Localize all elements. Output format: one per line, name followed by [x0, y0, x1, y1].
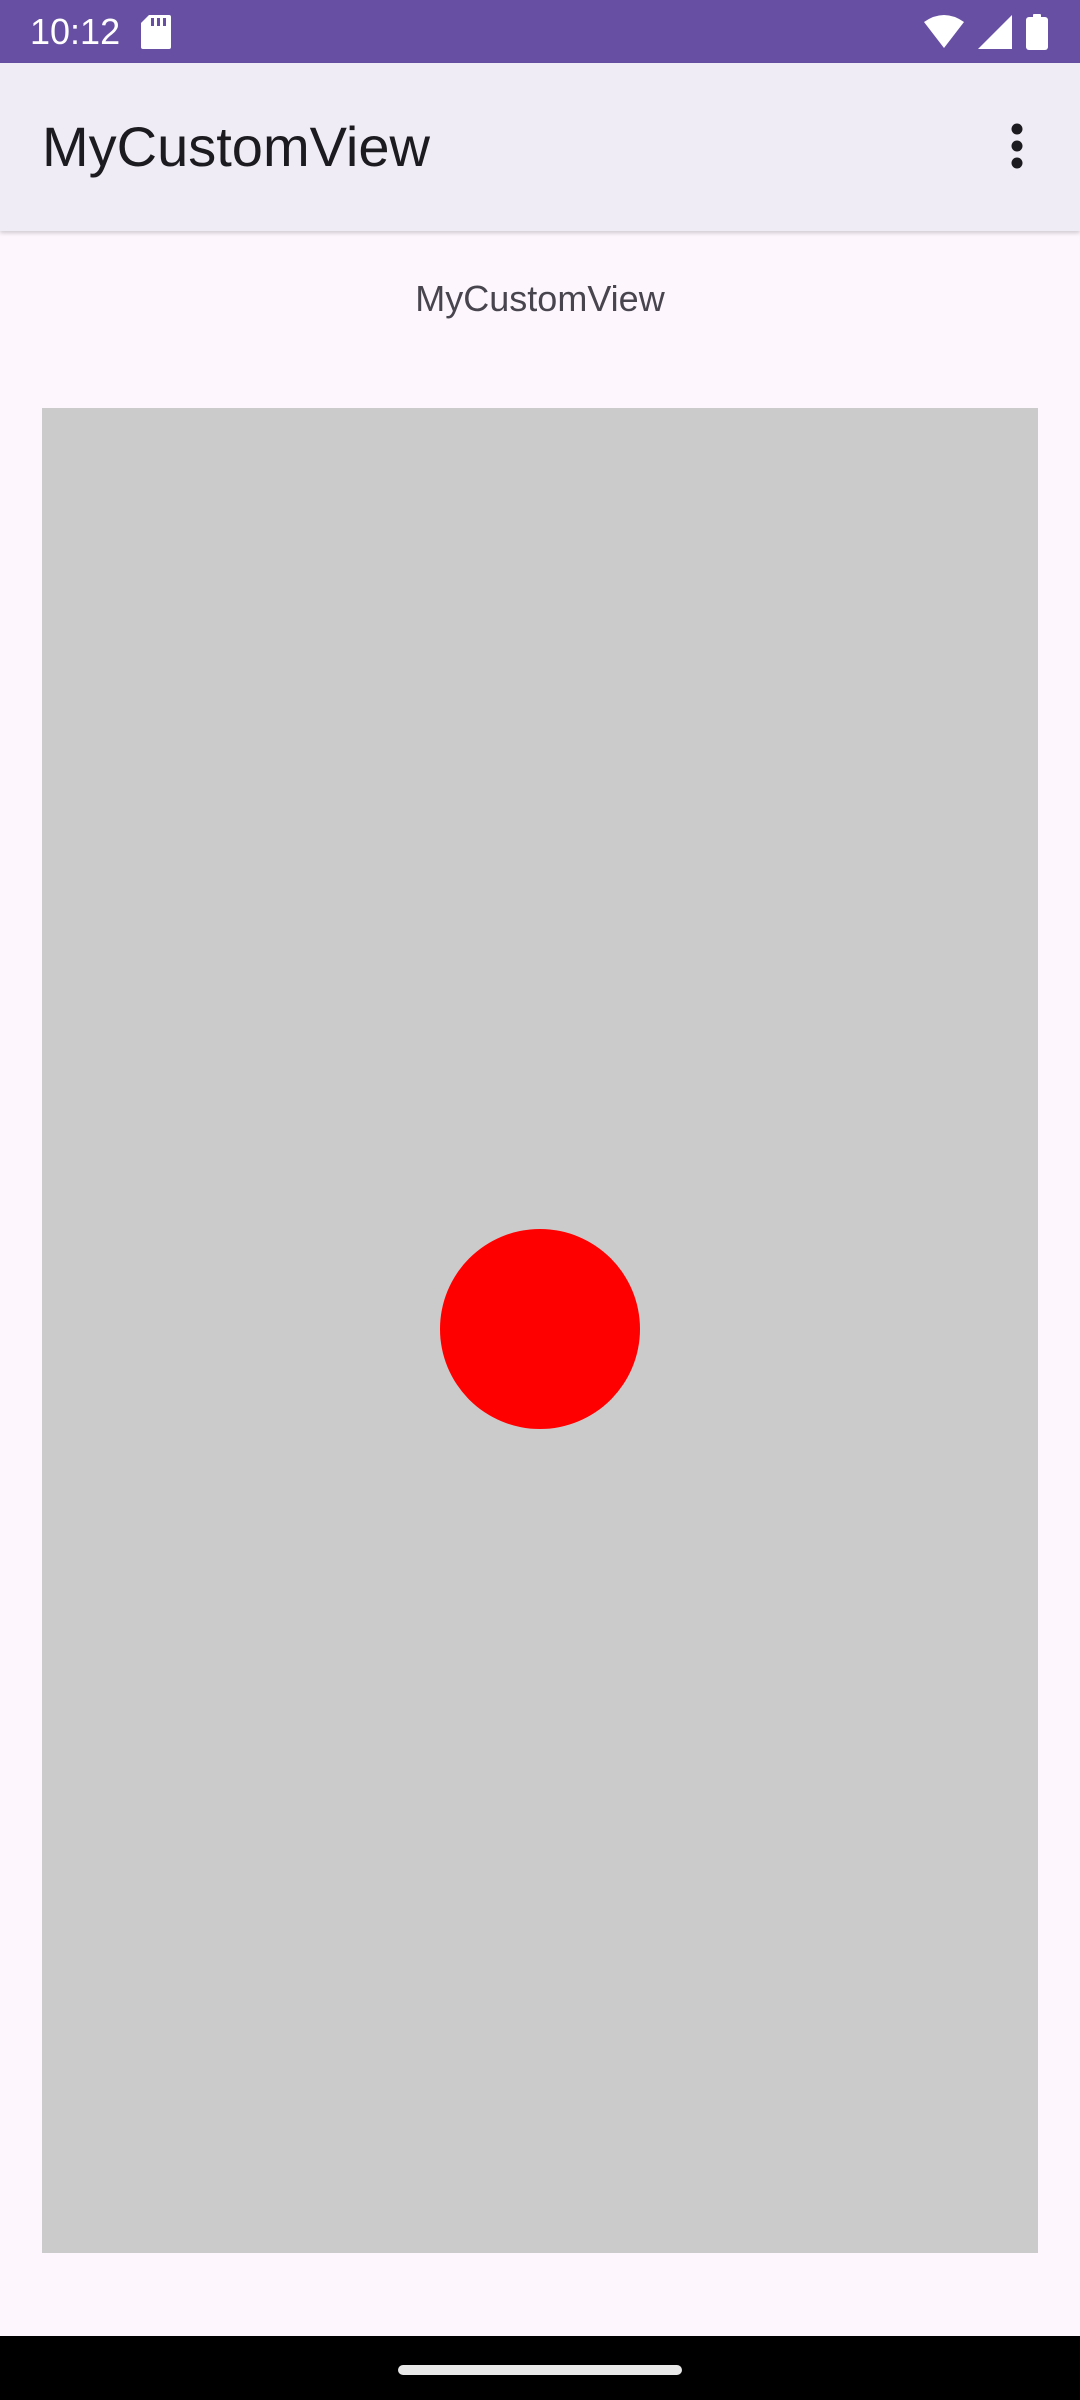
signal-icon: [978, 15, 1012, 49]
gesture-handle[interactable]: [398, 2365, 682, 2375]
more-options-button[interactable]: [974, 103, 1060, 189]
red-circle[interactable]: [440, 1229, 640, 1429]
app-bar: MyCustomView: [0, 63, 1080, 231]
navigation-bar: [0, 2336, 1080, 2400]
status-icons: [924, 12, 1048, 52]
wifi-icon: [924, 15, 964, 48]
content-title: MyCustomView: [415, 278, 665, 319]
status-bar: 10:12: [0, 0, 1080, 63]
status-time: 10:12: [30, 11, 121, 52]
battery-icon: [1026, 14, 1048, 50]
more-vert-icon: [1011, 123, 1023, 169]
custom-view-canvas[interactable]: [42, 408, 1038, 2253]
sd-card-icon: [141, 15, 171, 49]
app-bar-title: MyCustomView: [42, 115, 430, 178]
